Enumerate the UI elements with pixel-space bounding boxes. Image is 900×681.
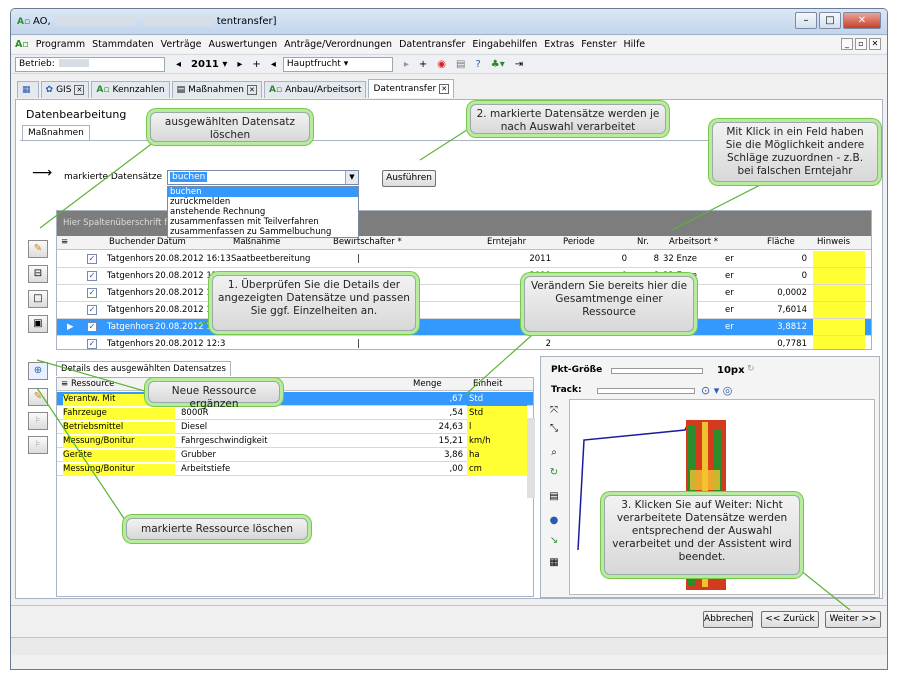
callout-delete-resource: markierte Ressource löschen	[126, 518, 308, 540]
callout-leaders	[36, 127, 851, 611]
callout-process: 2. markierte Datensätze werden je nach A…	[470, 104, 666, 134]
callout-click-field: Mit Klick in ein Feld haben Sie die Mögl…	[712, 122, 878, 182]
callout-next-step: 3. Klicken Sie auf Weiter: Nicht verarbe…	[604, 495, 800, 575]
callout-check-details: 1. Überprüfen Sie die Details der angeze…	[212, 275, 416, 331]
callout-change-amount: Verändern Sie bereits hier die Gesamtmen…	[524, 276, 694, 332]
callout-add-resource: Neue Ressource ergänzen	[148, 381, 280, 410]
callout-delete-record: ausgewählten Datensatz löschen	[150, 112, 310, 142]
